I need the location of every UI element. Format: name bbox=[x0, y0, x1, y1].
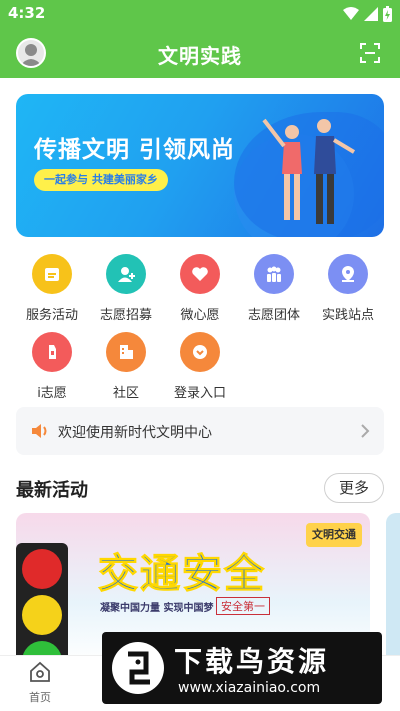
grid-item-practice-site[interactable]: 实践站点 bbox=[308, 254, 388, 323]
heart-icon bbox=[180, 254, 220, 294]
grid-label: 志愿团体 bbox=[247, 308, 300, 323]
notice-text: 欢迎使用新时代文明中心 bbox=[58, 425, 212, 441]
speaker-icon bbox=[32, 424, 47, 438]
banner-title: 传播文明 引领风尚 bbox=[34, 137, 236, 163]
people-illustration bbox=[262, 118, 356, 224]
grid-label: 微心愿 bbox=[180, 308, 220, 323]
building-icon bbox=[106, 332, 146, 372]
grid-item-i-volunteer[interactable]: i志愿 bbox=[12, 332, 92, 401]
watermark-url: www.xiazainiao.com bbox=[178, 680, 321, 696]
notice-bar[interactable]: 欢迎使用新时代文明中心 bbox=[16, 407, 384, 455]
poster-safety-label: 安全第一 bbox=[216, 597, 270, 615]
grid-label: 志愿招募 bbox=[99, 308, 152, 323]
traffic-light-red bbox=[22, 549, 62, 589]
status-icons bbox=[343, 6, 392, 22]
grid-item-volunteer-recruit[interactable]: 志愿招募 bbox=[86, 254, 166, 323]
activity-tag: 文明交通 bbox=[306, 523, 362, 547]
top-bar: 4:32 文明实践 bbox=[0, 0, 400, 78]
scan-icon[interactable] bbox=[360, 43, 380, 63]
wifi-icon bbox=[343, 7, 359, 20]
grid-label: 社区 bbox=[112, 386, 139, 401]
grid-item-volunteer-group[interactable]: 志愿团体 bbox=[234, 254, 314, 323]
signal-icon bbox=[364, 7, 378, 21]
app-header: 文明实践 bbox=[0, 28, 400, 78]
calendar-icon bbox=[32, 254, 72, 294]
grid-label: 登录入口 bbox=[173, 386, 226, 401]
grid-item-service-activity[interactable]: 服务活动 bbox=[12, 254, 92, 323]
watermark-text: 下载鸟资源 bbox=[174, 645, 330, 678]
battery-icon bbox=[383, 6, 392, 22]
banner-subtitle: 一起参与 共建美丽家乡 bbox=[34, 169, 168, 191]
grid-label: 服务活动 bbox=[25, 308, 78, 323]
chevron-right-icon bbox=[361, 424, 370, 438]
grid-item-login-entry[interactable]: 登录入口 bbox=[160, 332, 240, 401]
traffic-light-image bbox=[16, 543, 68, 663]
watermark-logo bbox=[112, 642, 164, 694]
traffic-light-yellow bbox=[22, 595, 62, 635]
poster-subtitle: 凝聚中国力量 实现中国梦 bbox=[100, 603, 214, 614]
section-title: 最新活动 bbox=[16, 480, 88, 501]
next-activity-card[interactable] bbox=[386, 513, 400, 663]
more-button[interactable]: 更多 bbox=[324, 473, 384, 503]
poster-title: 交通安全 bbox=[98, 551, 266, 598]
grid-label: i志愿 bbox=[37, 386, 67, 401]
hero-banner[interactable]: 传播文明 引领风尚 一起参与 共建美丽家乡 bbox=[16, 94, 384, 237]
status-bar: 4:32 bbox=[0, 0, 400, 28]
home-icon bbox=[30, 661, 50, 682]
nav-item-home[interactable]: 首页 bbox=[20, 661, 60, 705]
grid-item-micro-wish[interactable]: 微心愿 bbox=[160, 254, 240, 323]
location-icon bbox=[328, 254, 368, 294]
group-icon bbox=[254, 254, 294, 294]
grid-label: 实践站点 bbox=[321, 308, 374, 323]
watermark-overlay: 下载鸟资源 www.xiazainiao.com bbox=[102, 632, 382, 704]
hand-icon bbox=[32, 332, 72, 372]
grid-item-community[interactable]: 社区 bbox=[86, 332, 166, 401]
nav-label-home: 首页 bbox=[29, 691, 51, 704]
login-icon bbox=[180, 332, 220, 372]
page-title: 文明实践 bbox=[158, 44, 242, 68]
user-add-icon bbox=[106, 254, 146, 294]
status-time: 4:32 bbox=[8, 4, 46, 22]
